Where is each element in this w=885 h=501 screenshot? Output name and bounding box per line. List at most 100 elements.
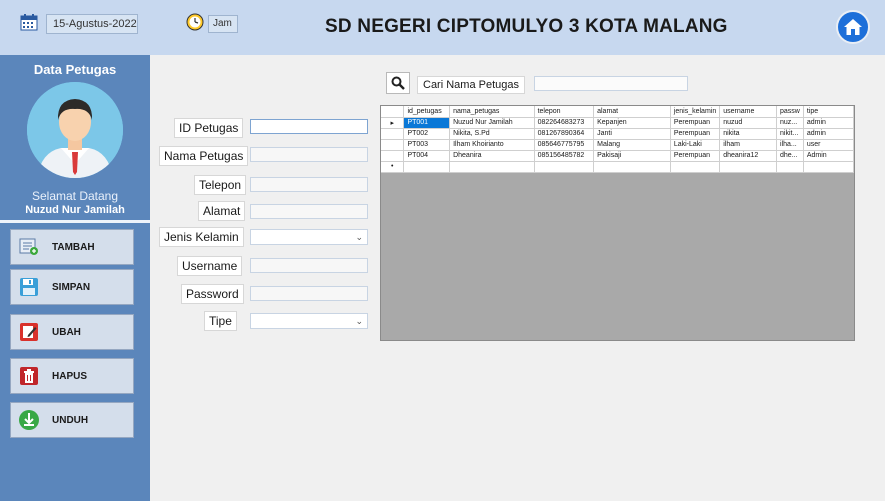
table-cell[interactable]: Admin (803, 150, 854, 162)
table-cell[interactable]: Nikita, S.Pd (449, 128, 535, 140)
username-label: Username (177, 256, 243, 276)
table-cell[interactable]: dhe... (776, 150, 804, 162)
tambah-label: TAMBAH (52, 241, 95, 253)
table-cell[interactable]: Ilham Khoirianto (449, 139, 535, 151)
table-cell[interactable]: admin (803, 117, 854, 129)
table-cell[interactable]: PT003 (403, 139, 451, 151)
delete-icon (18, 365, 40, 387)
password-input[interactable] (250, 286, 368, 301)
table-cell[interactable] (403, 161, 451, 173)
table-cell[interactable] (593, 161, 671, 173)
table-cell[interactable]: user (803, 139, 854, 151)
hapus-button[interactable]: HAPUS (10, 358, 134, 394)
home-button[interactable] (836, 10, 870, 44)
column-header[interactable]: passw (776, 106, 804, 118)
table-cell[interactable]: ilham (719, 139, 778, 151)
table-cell[interactable]: Nuzud Nur Jamilah (449, 117, 535, 129)
row-header[interactable] (381, 128, 405, 140)
table-cell[interactable] (803, 161, 854, 173)
telepon-input[interactable] (250, 177, 368, 192)
table-cell[interactable]: Perempuan (670, 150, 721, 162)
add-form-icon (18, 236, 40, 258)
table-row[interactable]: PT003 Ilham Khoirianto 085646775795 Mala… (381, 139, 854, 151)
jenis-kelamin-select[interactable]: ⌄ (250, 229, 368, 245)
id-petugas-input[interactable] (250, 119, 368, 134)
header-bar: 15-Agustus-2022 Jam SD NEGERI CIPTOMULYO… (0, 0, 885, 55)
table-cell[interactable] (534, 161, 595, 173)
home-icon (844, 19, 862, 35)
table-cell[interactable]: Janti (593, 128, 671, 140)
table-cell[interactable]: nikit... (776, 128, 804, 140)
table-cell[interactable]: Perempuan (670, 117, 721, 129)
search-icon (391, 76, 405, 90)
table-cell[interactable]: Perempuan (670, 128, 721, 140)
column-header[interactable]: telepon (534, 106, 595, 118)
chevron-down-icon: ⌄ (355, 316, 363, 326)
ubah-button[interactable]: UBAH (10, 314, 134, 350)
column-header[interactable]: jenis_kelamin (670, 106, 721, 118)
jenis-kelamin-label: Jenis Kelamin (159, 227, 244, 247)
table-cell[interactable]: Malang (593, 139, 671, 151)
table-cell[interactable]: 081267890364 (534, 128, 595, 140)
nama-petugas-input[interactable] (250, 147, 368, 162)
column-header[interactable]: username (719, 106, 778, 118)
current-row-indicator-icon: ▸ (381, 117, 405, 129)
table-cell[interactable]: PT004 (403, 150, 451, 162)
table-cell[interactable] (719, 161, 778, 173)
table-cell[interactable]: Laki-Laki (670, 139, 721, 151)
column-header[interactable]: id_petugas (403, 106, 451, 118)
alamat-label: Alamat (198, 201, 246, 221)
clock-icon (186, 13, 204, 31)
table-cell[interactable]: PT002 (403, 128, 451, 140)
table-cell[interactable] (449, 161, 535, 173)
chevron-down-icon: ⌄ (355, 232, 363, 242)
time-display: Jam (208, 15, 238, 33)
hapus-label: HAPUS (52, 370, 88, 382)
table-row[interactable]: PT002 Nikita, S.Pd 081267890364 Janti Pe… (381, 128, 854, 140)
table-cell[interactable] (776, 161, 804, 173)
new-row[interactable]: • (381, 161, 854, 173)
simpan-label: SIMPAN (52, 281, 91, 293)
search-input[interactable] (534, 76, 688, 91)
username-input[interactable] (250, 258, 368, 273)
table-cell[interactable]: ilha... (776, 139, 804, 151)
data-grid[interactable]: id_petugas nama_petugas telepon alamat j… (380, 105, 855, 341)
row-header[interactable] (381, 150, 405, 162)
logged-in-user: Nuzud Nur Jamilah (25, 204, 125, 216)
nama-petugas-label: Nama Petugas (159, 146, 249, 166)
save-icon (18, 276, 40, 298)
table-cell[interactable]: nikita (719, 128, 778, 140)
sidebar-divider (0, 220, 150, 223)
table-cell[interactable]: nuz... (776, 117, 804, 129)
table-cell[interactable]: Kepanjen (593, 117, 671, 129)
tipe-select[interactable]: ⌄ (250, 313, 368, 329)
table-row[interactable]: PT004 Dheanira 085156485782 Pakisaji Per… (381, 150, 854, 162)
column-header[interactable]: alamat (593, 106, 671, 118)
sidebar: Data Petugas Selamat Datang Nuzud Nur Ja… (0, 55, 150, 501)
avatar (27, 82, 123, 178)
table-row[interactable]: ▸ PT001 Nuzud Nur Jamilah 082264683273 K… (381, 117, 854, 129)
sidebar-title: Data Petugas (33, 62, 117, 77)
table-cell[interactable]: nuzud (719, 117, 778, 129)
alamat-input[interactable] (250, 204, 368, 219)
column-header[interactable]: tipe (803, 106, 854, 118)
table-header-row: id_petugas nama_petugas telepon alamat j… (381, 106, 854, 118)
row-header[interactable] (381, 139, 405, 151)
page-title: SD NEGERI CIPTOMULYO 3 KOTA MALANG (325, 16, 728, 37)
table-cell[interactable]: Pakisaji (593, 150, 671, 162)
column-header[interactable]: nama_petugas (449, 106, 535, 118)
unduh-button[interactable]: UNDUH (10, 402, 134, 438)
simpan-button[interactable]: SIMPAN (10, 269, 134, 305)
table-cell[interactable]: admin (803, 128, 854, 140)
search-button[interactable] (386, 72, 410, 94)
table-cell[interactable]: 085646775795 (534, 139, 595, 151)
table-cell[interactable]: dheanira12 (719, 150, 778, 162)
table-cell[interactable]: 082264683273 (534, 117, 595, 129)
table-cell[interactable]: Dheanira (449, 150, 535, 162)
table-cell[interactable]: 085156485782 (534, 150, 595, 162)
table-cell[interactable] (670, 161, 721, 173)
table-cell[interactable]: PT001 (403, 117, 451, 129)
search-label: Cari Nama Petugas (417, 76, 525, 94)
tambah-button[interactable]: TAMBAH (10, 229, 134, 265)
tipe-label: Tipe (204, 311, 237, 331)
